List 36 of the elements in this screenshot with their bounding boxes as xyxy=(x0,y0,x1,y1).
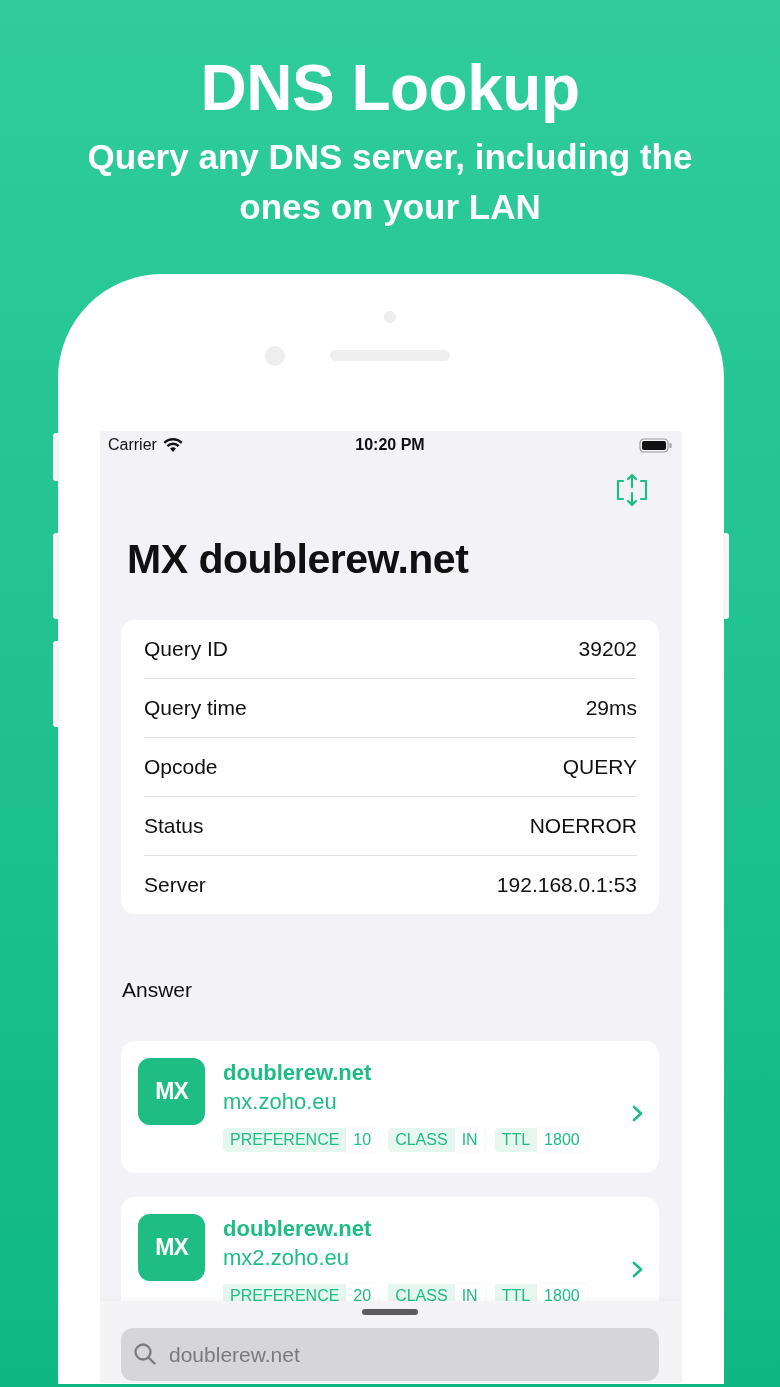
info-value: QUERY xyxy=(562,755,637,779)
info-label: Query time xyxy=(144,696,247,720)
record-name: doublerew.net xyxy=(223,1059,373,1087)
chevron-icon[interactable] xyxy=(632,1104,643,1122)
info-value: 192.168.0.1:53 xyxy=(496,873,637,897)
info-label: Status xyxy=(144,814,204,838)
section-heading: Answer xyxy=(122,977,194,1003)
promo-subtitle: Query any DNS server, including the ones on your LAN xyxy=(86,136,694,228)
info-value: 29ms xyxy=(585,696,637,720)
sheet-handle[interactable] xyxy=(362,1309,418,1315)
expand-icon[interactable] xyxy=(614,472,650,508)
record-target: mx.zoho.eu xyxy=(223,1088,338,1116)
battery-icon xyxy=(639,437,672,453)
tag-value: 10 xyxy=(346,1128,379,1152)
wifi-icon xyxy=(162,437,183,453)
info-label: Server xyxy=(144,873,206,897)
info-label: Query ID xyxy=(144,637,229,661)
record-target: mx2.zoho.eu xyxy=(223,1244,350,1272)
record-card[interactable]: MX doublerew.net mx.zoho.eu PREFERENCE 10 CLASS IN TTL 1800 xyxy=(121,1041,659,1173)
tag-value: IN xyxy=(454,1128,485,1152)
info-value: NOERROR xyxy=(529,814,637,838)
record-type-badge: MX xyxy=(138,1058,205,1125)
record-type-badge: MX xyxy=(138,1214,205,1281)
search-field[interactable]: doublerew.net xyxy=(121,1328,659,1381)
chevron-icon[interactable] xyxy=(632,1260,643,1278)
tag-key: TTL xyxy=(494,1128,538,1152)
info-value: 39202 xyxy=(578,637,637,661)
page-title: MX doublerew.net xyxy=(127,535,470,584)
carrier-label: Carrier xyxy=(108,436,157,454)
promo-title: DNS Lookup xyxy=(200,51,580,126)
info-label: Opcode xyxy=(144,755,218,779)
record-name: doublerew.net xyxy=(223,1215,373,1243)
tag-key: CLASS xyxy=(388,1128,455,1152)
tag-key: PREFERENCE xyxy=(223,1128,347,1152)
tag-value: 1800 xyxy=(537,1128,587,1152)
clock-time: 10:20 PM xyxy=(354,436,426,454)
